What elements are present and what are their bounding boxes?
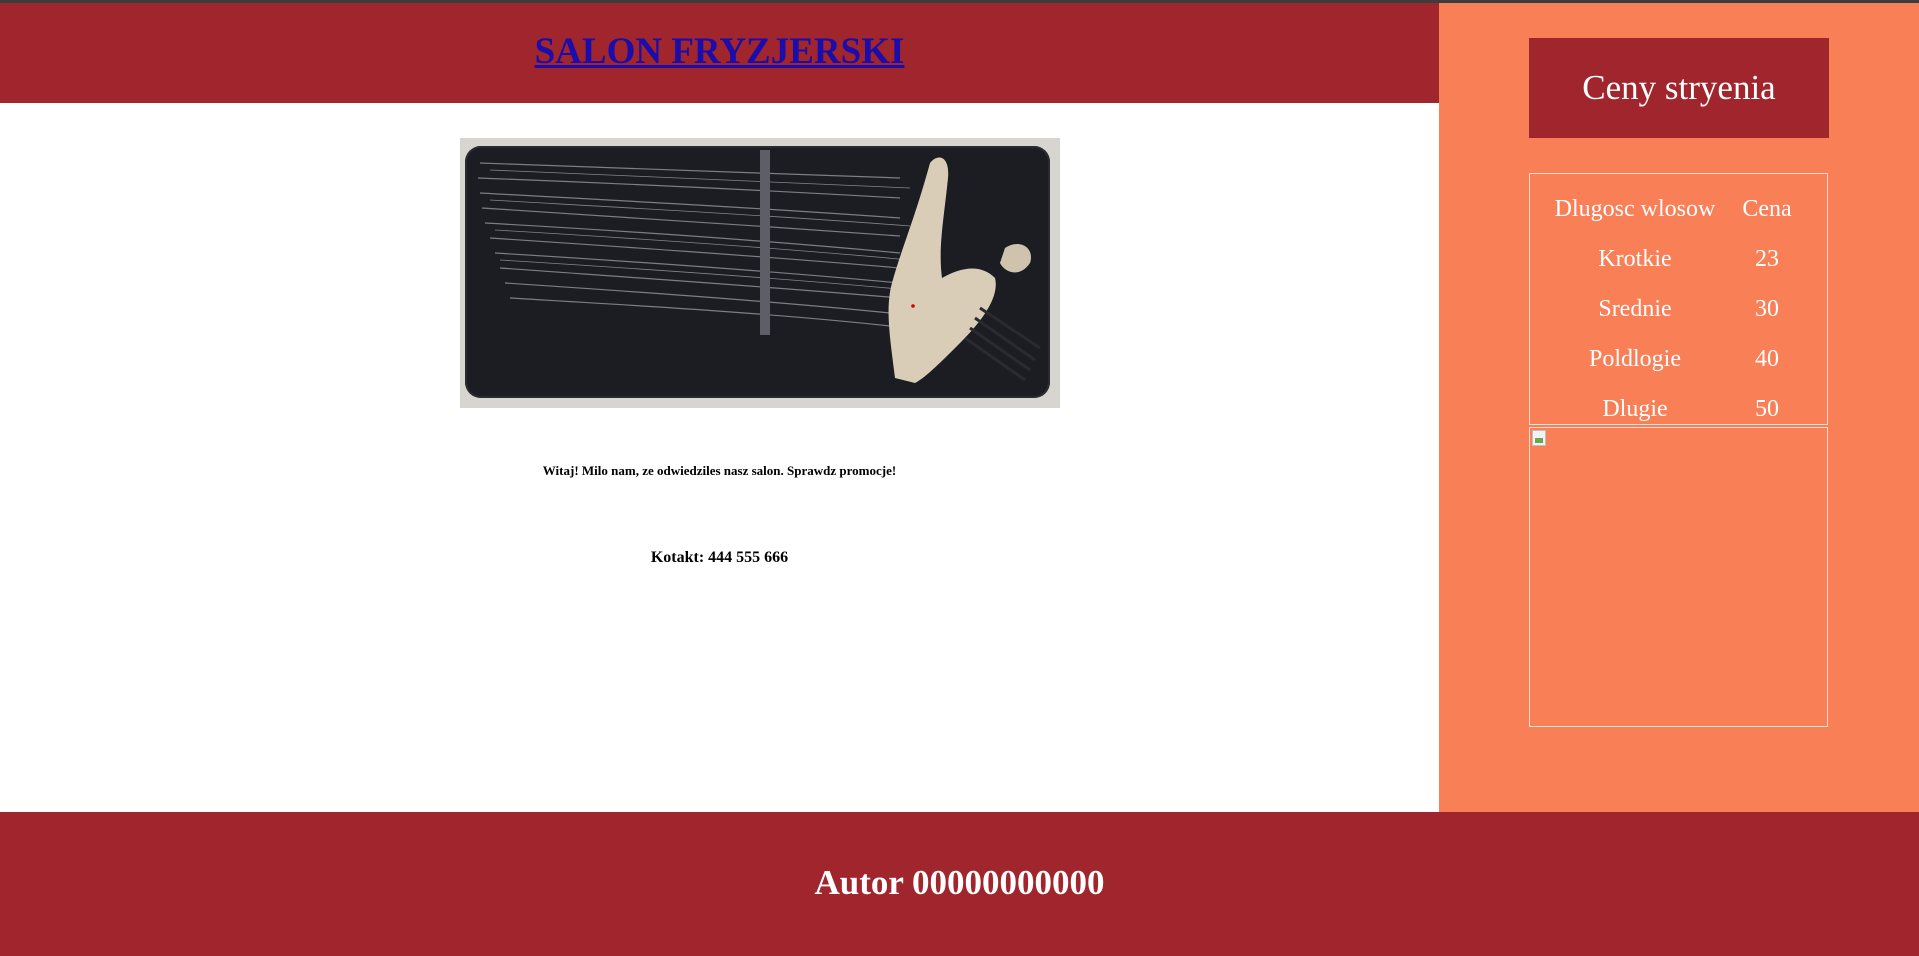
table-cell-price: 30 xyxy=(1755,295,1779,322)
price-sidebar: Ceny stryenia Dlugosc wlosow Cena Krotki… xyxy=(1439,3,1919,812)
hero-image-hair-brushing xyxy=(460,138,1060,408)
main-content: Witaj! Milo nam, ze odwiedziles nasz sal… xyxy=(0,103,1439,812)
price-table-container: Dlugosc wlosow Cena Krotkie 23 Srednie 3… xyxy=(1529,173,1828,425)
table-row: Srednie 30 xyxy=(1540,284,1804,334)
page-title: SALON FRYZJERSKI xyxy=(0,29,1439,75)
hero-image-illustration xyxy=(477,150,1041,383)
broken-image-icon xyxy=(1532,430,1546,446)
table-row: Poldlogie 40 xyxy=(1540,334,1804,384)
price-table-header-row: Dlugosc wlosow Cena xyxy=(1540,184,1804,234)
footer-author: Autor 00000000000 xyxy=(814,863,1105,902)
column-header-length: Dlugosc wlosow xyxy=(1554,195,1716,222)
price-table: Dlugosc wlosow Cena Krotkie 23 Srednie 3… xyxy=(1540,184,1804,434)
table-cell-length: Krotkie xyxy=(1598,245,1672,272)
contact-phone: Kotakt: 444 555 666 xyxy=(650,549,789,566)
welcome-message: Witaj! Milo nam, ze odwiedziles nasz sal… xyxy=(542,463,897,478)
table-row: Krotkie 23 xyxy=(1540,234,1804,284)
title-link[interactable]: SALON FRYZJERSKI xyxy=(535,31,905,72)
table-cell-length: Srednie xyxy=(1598,295,1672,322)
site-header: SALON FRYZJERSKI xyxy=(0,3,1439,103)
column-header-price: Cena xyxy=(1742,195,1792,222)
table-cell-price: 40 xyxy=(1755,345,1779,372)
price-heading: Ceny stryenia xyxy=(1529,38,1829,138)
broken-image-placeholder xyxy=(1529,427,1828,727)
table-cell-price: 23 xyxy=(1755,245,1779,272)
site-footer: Autor 00000000000 xyxy=(0,812,1919,956)
table-cell-length: Poldlogie xyxy=(1588,345,1681,372)
